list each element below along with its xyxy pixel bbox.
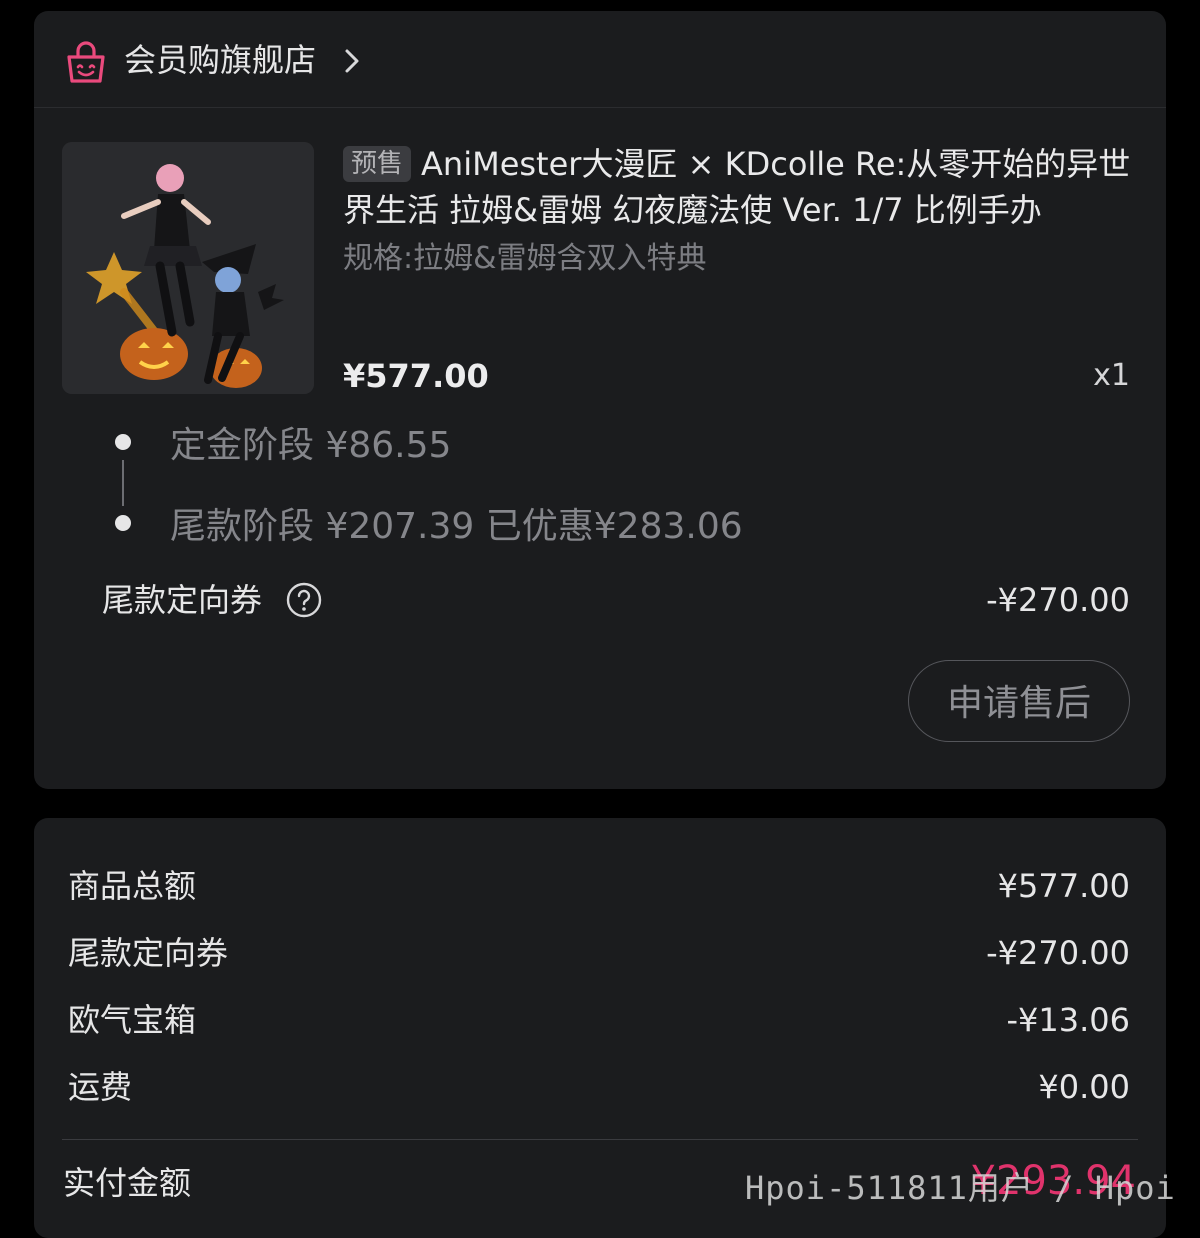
stage-dot [115, 515, 131, 531]
product-price: ¥577.00 [343, 357, 489, 395]
question-circle-icon[interactable] [286, 582, 322, 618]
summary-label: 运费 [68, 1068, 133, 1106]
coupon-label: 尾款定向券 [102, 581, 263, 619]
stage-connector [122, 460, 124, 506]
apply-aftersale-button[interactable]: 申请售后 [908, 660, 1130, 742]
summary-row: 尾款定向券 -¥270.00 [34, 928, 1166, 978]
watermark: Hpoi-511811用户 / Hpoi [745, 1169, 1176, 1207]
coupon-value: -¥270.00 [986, 581, 1130, 619]
figure-illustration [62, 142, 314, 394]
summary-row: 欧气宝箱 -¥13.06 [34, 995, 1166, 1045]
summary-row: 运费 ¥0.00 [34, 1062, 1166, 1112]
paid-amount-label: 实付金额 [63, 1164, 192, 1202]
chevron-right-icon[interactable] [342, 47, 362, 75]
summary-value: ¥577.00 [997, 867, 1130, 905]
product-quantity: x1 [1093, 358, 1130, 393]
product-title[interactable]: 预售 AniMester大漫匠 × KDcolle Re:从零开始的异世界生活 拉… [343, 141, 1143, 233]
summary-label: 欧气宝箱 [68, 1001, 197, 1039]
product-title-text[interactable]: AniMester大漫匠 × KDcolle Re:从零开始的异世界生活 拉姆&… [343, 145, 1130, 229]
order-card: 会员购旗舰店 预售 AniMester大漫匠 × KDcolle Re:从零开始… [34, 11, 1166, 789]
store-header[interactable]: 会员购旗舰店 [34, 11, 1166, 108]
divider [62, 1139, 1138, 1140]
summary-value: -¥270.00 [986, 934, 1130, 972]
summary-label: 商品总额 [68, 867, 197, 905]
final-payment-stage: 尾款阶段 ¥207.39 已优惠¥283.06 [170, 506, 743, 547]
product-spec: 规格:拉姆&雷姆含双入特典 [343, 241, 707, 276]
shopping-bag-smile-icon [67, 41, 105, 83]
store-name[interactable]: 会员购旗舰店 [124, 40, 316, 80]
product-image[interactable] [62, 142, 314, 394]
deposit-stage: 定金阶段 ¥86.55 [170, 425, 452, 466]
summary-value: -¥13.06 [1006, 1001, 1130, 1039]
presale-tag: 预售 [343, 146, 412, 182]
summary-value: ¥0.00 [1038, 1068, 1130, 1106]
stage-dot [115, 434, 131, 450]
summary-row: 商品总额 ¥577.00 [34, 861, 1166, 911]
summary-label: 尾款定向券 [68, 934, 229, 972]
